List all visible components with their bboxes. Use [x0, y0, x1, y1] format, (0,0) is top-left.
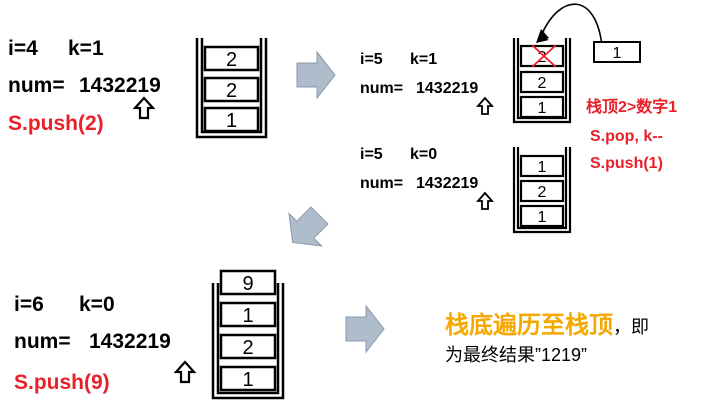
panel-4-num-label: num= [14, 330, 71, 353]
panel-2-stack-cell-value: 2 [538, 75, 547, 92]
panel-2-num-label: num= [360, 80, 403, 97]
panel-4-op: S.push(9) [14, 371, 110, 394]
panel-1-stack-cell-value: 1 [226, 110, 237, 132]
panel-2-note-pop: S.pop, k-- [590, 128, 663, 145]
panel-2-k-label: k=1 [410, 51, 437, 68]
diagram-canvas: i=4 k=1 num= 1432219 S.push(2) 2 2 1 i=5… [8, 3, 677, 400]
panel-1-stack-cell-value: 2 [226, 49, 237, 71]
result-text: 栈底遍历至栈顶，即 为最终结果”1219” [445, 311, 649, 365]
panel-1-op: S.push(2) [8, 112, 104, 135]
flow-arrow-down-left-icon [288, 206, 329, 247]
panel-2-stack: 2 2 1 [512, 38, 572, 124]
panel-3-num-label: num= [360, 175, 403, 192]
panel-4-i-label: i=6 [14, 293, 44, 316]
panel-4-k-label: k=0 [79, 293, 115, 316]
result-suffix: ，即 [613, 317, 649, 337]
panel-3-stack-cell-value: 2 [538, 184, 547, 201]
flow-arrow-right-icon [296, 50, 336, 100]
panel-3-stack-cell-value: 1 [538, 159, 547, 176]
result-highlight: 栈底遍历至栈顶，即 [445, 311, 649, 339]
panel-3-stack-cell-value: 1 [538, 209, 547, 226]
panel-4-stack-cell-value: 1 [242, 369, 253, 391]
panel-3-i-label: i=5 [360, 146, 383, 163]
panel-1-pointer-arrow-icon [132, 96, 156, 120]
panel-1-i-label: i=4 [8, 37, 38, 60]
panel-4-num-value: 1432219 [89, 330, 171, 353]
panel-1-num-value: 1432219 [79, 74, 161, 97]
panel-2-num-value: 1432219 [416, 80, 478, 97]
panel-1-num-label: num= [8, 74, 65, 97]
panel-1: i=4 k=1 num= 1432219 S.push(2) 2 2 1 [8, 37, 268, 139]
panel-4: i=6 k=0 num= 1432219 S.push(9) 9 1 2 1 [14, 269, 285, 400]
panel-2-note-push: S.push(1) [590, 155, 663, 172]
panel-2: i=5 k=1 num= 1432219 2 2 1 1 栈顶 [360, 3, 677, 172]
flow-arrow-right-icon [345, 304, 385, 354]
panel-3-stack: 1 2 1 [512, 147, 572, 234]
result-highlight-text: 栈底遍历至栈顶 [445, 311, 613, 339]
panel-4-stack-cell-value: 1 [242, 305, 253, 327]
panel-4-stack-cell-value: 9 [242, 273, 253, 295]
panel-3-k-label: k=0 [410, 146, 437, 163]
panel-1-stack-cell-value: 2 [226, 80, 237, 102]
panel-3: i=5 k=0 num= 1432219 1 2 1 [360, 146, 572, 234]
panel-2-incoming-value: 1 [613, 45, 622, 62]
panel-2-pointer-arrow-icon [476, 96, 494, 115]
panel-2-note-compare: 栈顶2>数字1 [586, 97, 677, 116]
panel-4-stack: 9 1 2 1 [211, 269, 285, 400]
panel-1-k-label: k=1 [68, 37, 104, 60]
panel-4-stack-cell-value: 2 [242, 337, 253, 359]
panel-3-num-value: 1432219 [416, 175, 478, 192]
panel-2-stack-cell-value: 1 [538, 100, 547, 117]
panel-1-stack: 2 2 1 [195, 38, 268, 139]
panel-3-pointer-arrow-icon [476, 191, 494, 210]
panel-2-i-label: i=5 [360, 51, 383, 68]
panel-4-pointer-arrow-icon [173, 360, 197, 384]
result-conclusion: 为最终结果”1219” [445, 345, 587, 365]
